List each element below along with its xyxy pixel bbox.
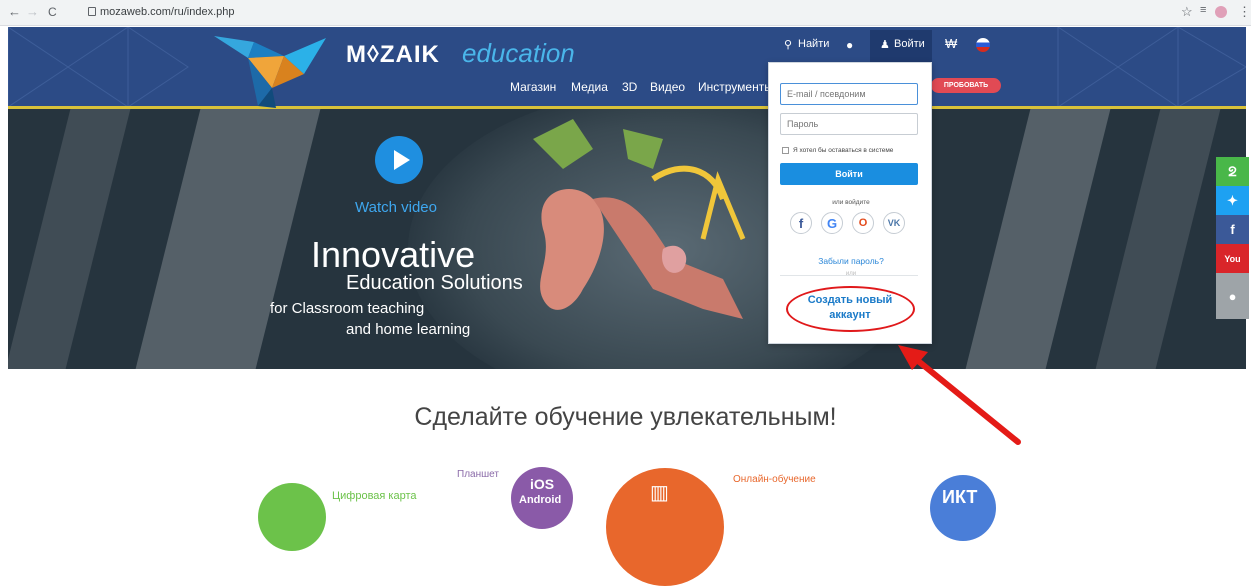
hero-banner: ● ● ● ● ● ● ● ● ● xyxy=(8,109,1246,369)
reload-button[interactable]: C xyxy=(48,5,57,19)
browser-menu-icon[interactable]: ⋮ xyxy=(1238,4,1251,20)
nav-tools[interactable]: Инструменты xyxy=(698,80,773,94)
online-learning-label[interactable]: Онлайн-обучение xyxy=(733,474,816,485)
hero-subtitle: Education Solutions xyxy=(346,272,523,294)
tablet-label: Планшет xyxy=(457,469,499,480)
or-divider-text: или xyxy=(845,271,857,277)
mozaik-logo-text[interactable]: M◊ZAIK xyxy=(346,41,440,69)
lock-icon xyxy=(88,7,96,16)
education-logo-text[interactable]: education xyxy=(462,38,575,69)
chat-icon[interactable]: ● xyxy=(1216,273,1249,319)
search-icon[interactable]: ⚲ xyxy=(784,38,792,51)
nav-shop[interactable]: Магазин xyxy=(510,80,556,94)
password-field[interactable] xyxy=(780,113,918,135)
site-header xyxy=(8,27,1246,107)
nav-3d[interactable]: 3D xyxy=(622,80,637,94)
ios-label: iOS xyxy=(530,476,555,492)
remember-me[interactable]: Я хотел бы оставаться в системе xyxy=(782,147,893,154)
login-link[interactable]: Войти xyxy=(894,38,925,50)
hero-stripe xyxy=(135,109,321,369)
profile-avatar[interactable] xyxy=(1215,6,1227,18)
ear-anatomy-illustration xyxy=(533,119,746,319)
hero-stripe xyxy=(965,109,1111,369)
search-link[interactable]: Найти xyxy=(798,38,829,50)
user-icon: ♟ xyxy=(880,39,890,51)
nav-video[interactable]: Видео xyxy=(650,80,685,94)
highlight-circle xyxy=(786,286,915,332)
bookmark-star-icon[interactable]: ☆ xyxy=(1181,4,1193,20)
forgot-password-link[interactable]: Забыли пароль? xyxy=(769,256,933,266)
login-button[interactable]: Войти xyxy=(780,163,918,185)
vk-login-icon[interactable]: VK xyxy=(883,212,905,234)
nav-media[interactable]: Медиа xyxy=(571,80,608,94)
hero-line-2: and home learning xyxy=(346,321,471,338)
header-pattern xyxy=(8,27,1246,107)
office-login-icon[interactable]: O xyxy=(852,212,874,234)
facebook-login-icon[interactable]: f xyxy=(790,212,812,234)
hero-title: Innovative xyxy=(311,234,476,275)
twitter-icon[interactable]: ✦ xyxy=(1216,186,1249,215)
feedback-icon[interactable]: ● xyxy=(846,38,853,52)
facebook-icon[interactable]: f xyxy=(1216,215,1249,244)
remember-label: Я хотел бы оставаться в системе xyxy=(793,147,894,154)
play-video-button[interactable] xyxy=(375,136,423,184)
try-button[interactable]: ПРОБОВАТЬ xyxy=(931,78,1001,93)
youtube-icon[interactable]: You xyxy=(1216,244,1249,273)
email-field[interactable] xyxy=(780,83,918,105)
hero-stripe xyxy=(1095,109,1221,369)
back-button[interactable]: ← xyxy=(8,4,21,19)
login-dropdown: Я хотел бы оставаться в системе Войти ил… xyxy=(768,62,932,344)
google-login-icon[interactable]: G xyxy=(821,212,843,234)
digital-map-circle[interactable] xyxy=(258,483,326,551)
book-icon: ▥ xyxy=(650,482,669,504)
section-tagline: Сделайте обучение увлекательным! xyxy=(414,403,837,431)
android-label: Android xyxy=(519,494,562,506)
hero-line-1: for Classroom teaching xyxy=(270,300,425,317)
reading-list-icon[interactable]: ≡ xyxy=(1200,4,1206,16)
hero-stripe xyxy=(8,109,131,369)
ikt-circle[interactable] xyxy=(930,475,996,541)
cart-icon[interactable]: ₩ xyxy=(945,36,957,51)
language-flag-icon[interactable] xyxy=(976,38,990,52)
forward-button[interactable]: → xyxy=(26,4,39,19)
address-bar[interactable]: mozaweb.com/ru/index.php xyxy=(100,6,235,18)
remember-checkbox[interactable] xyxy=(782,147,789,154)
digital-map-label[interactable]: Цифровая карта xyxy=(332,490,417,502)
watch-video-link[interactable]: Watch video xyxy=(355,199,437,216)
browser-toolbar: ← → C mozaweb.com/ru/index.php ☆ ≡ ⋮ xyxy=(0,0,1251,26)
kingfisher-logo-icon xyxy=(214,36,326,108)
or-login-with-text: или войдите xyxy=(832,199,870,206)
rss-icon[interactable]: ᘖ xyxy=(1216,157,1249,186)
